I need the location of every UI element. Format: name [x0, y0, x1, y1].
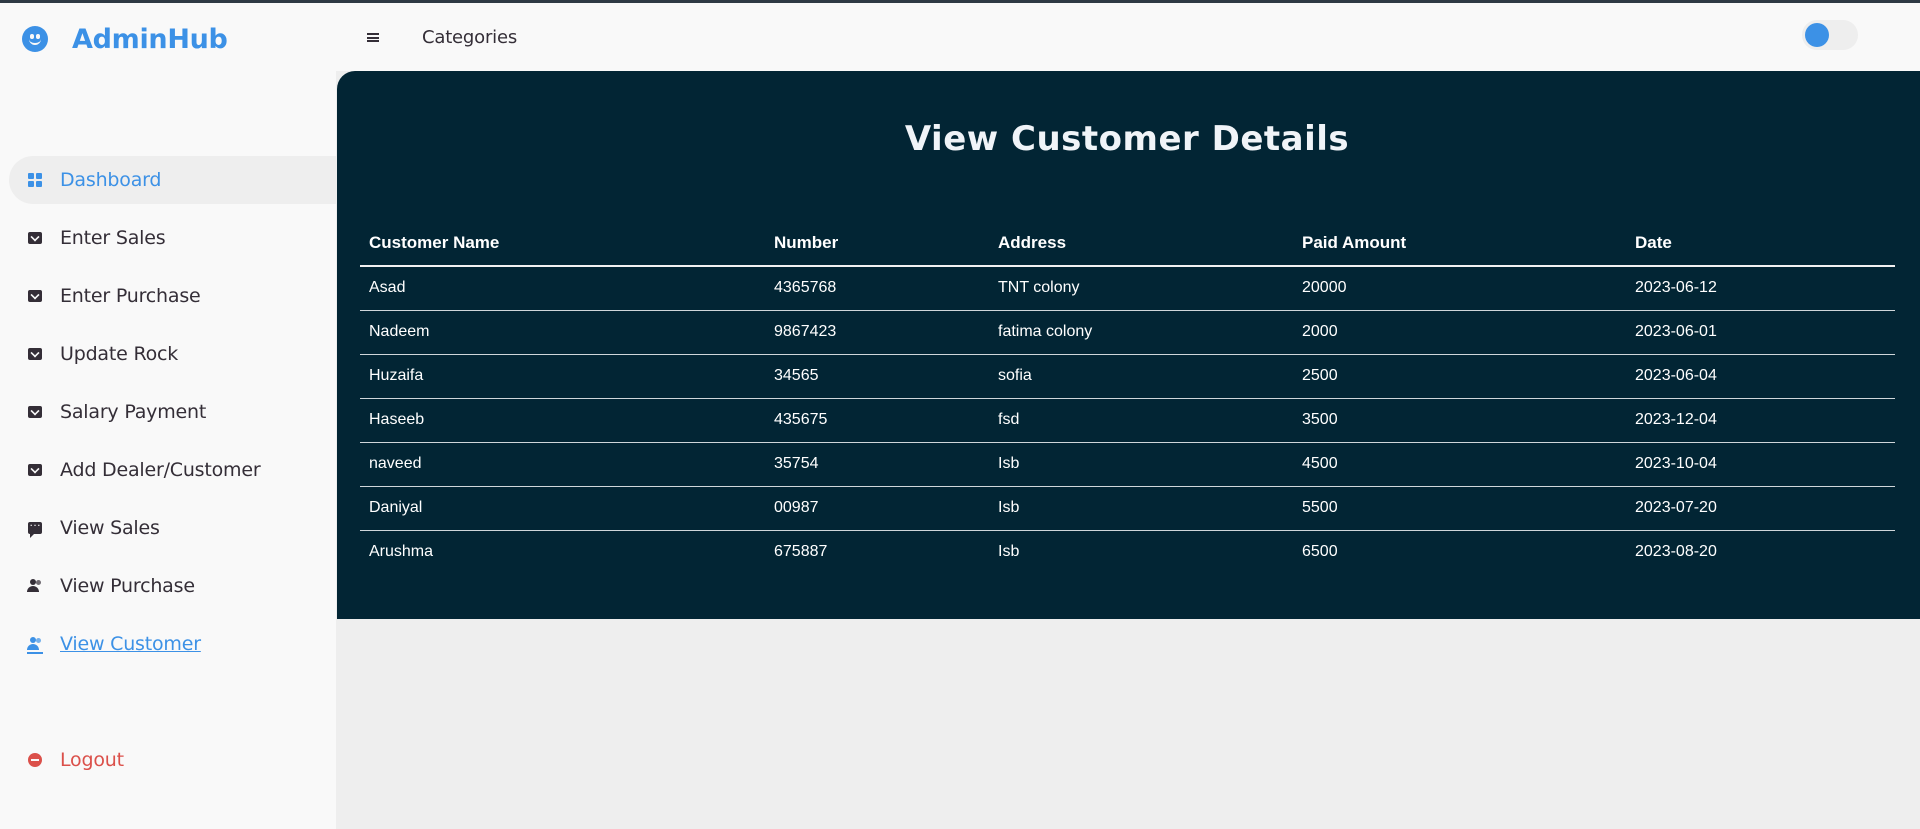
cell-paid-amount: 4500	[1293, 442, 1626, 487]
table-row: Haseeb 435675 fsd 3500 2023-12-04	[360, 398, 1895, 443]
envelope-icon	[27, 346, 43, 362]
sidebar-item-label: Dashboard	[60, 169, 162, 191]
cell-date: 2023-07-20	[1626, 486, 1895, 531]
sidebar: AdminHub Dashboard Enter Sales Enter Pur…	[0, 3, 336, 829]
sidebar-item-view-customer[interactable]: View Customer	[0, 615, 336, 673]
cell-number: 675887	[774, 543, 828, 561]
cell-address: Isb	[998, 543, 1020, 561]
sidebar-item-label: Add Dealer/Customer	[60, 459, 261, 481]
sidebar-item-label: Enter Sales	[60, 227, 166, 249]
cell-address: fatima colony	[989, 310, 1293, 355]
cell-customer-name: Arushma	[369, 543, 434, 561]
users-icon	[27, 578, 43, 594]
cell-customer-name: Daniyal	[360, 486, 765, 531]
cell-paid-amount: 2000	[1293, 310, 1626, 355]
cell-number: 00987	[765, 486, 989, 531]
sidebar-item-update-rock[interactable]: Update Rock	[0, 325, 336, 383]
envelope-icon	[27, 230, 43, 246]
column-header-number: Number	[765, 221, 989, 267]
logout-button[interactable]: Logout	[0, 731, 336, 789]
column-header-customer-name: Customer Name	[360, 221, 765, 267]
cell-customer-name: Nadeem	[360, 310, 765, 355]
cell-number: 4365768	[765, 266, 989, 311]
cell-address: fsd	[989, 398, 1293, 443]
sidebar-item-view-sales[interactable]: View Sales	[0, 499, 336, 557]
cell-address: Isb	[989, 486, 1293, 531]
table-row: Asad 4365768 TNT colony 20000 2023-06-12	[360, 266, 1895, 311]
sidebar-item-enter-sales[interactable]: Enter Sales	[0, 209, 336, 267]
cell-number: 9867423	[765, 310, 989, 355]
cell-paid-amount: 2500	[1293, 354, 1626, 399]
logout-icon	[27, 752, 43, 768]
menu-toggle-icon[interactable]	[367, 33, 379, 42]
cell-customer-name: Huzaifa	[360, 354, 765, 399]
cell-date: 2023-06-12	[1626, 266, 1895, 311]
sidebar-item-label: Enter Purchase	[60, 285, 201, 307]
sidebar-item-view-purchase[interactable]: View Purchase	[0, 557, 336, 615]
cell-customer-name: Haseeb	[360, 398, 765, 443]
column-header-date: Date	[1626, 221, 1895, 267]
cell-paid-amount: 20000	[1293, 266, 1626, 311]
envelope-icon	[27, 288, 43, 304]
sidebar-item-label: Update Rock	[60, 343, 179, 365]
cell-date: 2023-12-04	[1626, 398, 1895, 443]
sidebar-menu: Dashboard Enter Sales Enter Purchase Upd…	[0, 151, 336, 789]
sidebar-item-label: View Sales	[60, 517, 160, 539]
table-row: Daniyal 00987 Isb 5500 2023-07-20	[360, 486, 1895, 531]
categories-link[interactable]: Categories	[422, 27, 517, 48]
logout-label: Logout	[60, 749, 124, 771]
table-row: Arushma 675887 Isb 6500 2023-08-20	[360, 530, 1895, 574]
cell-address: Isb	[989, 442, 1293, 487]
chat-icon	[27, 515, 43, 538]
cell-address: sofia	[989, 354, 1293, 399]
sidebar-item-enter-purchase[interactable]: Enter Purchase	[0, 267, 336, 325]
cell-number: 35754	[765, 442, 989, 487]
column-header-paid-amount: Paid Amount	[1293, 221, 1626, 267]
cell-date: 2023-06-01	[1626, 310, 1895, 355]
sidebar-item-label: View Customer	[60, 633, 201, 655]
cell-paid-amount: 6500	[1302, 543, 1338, 561]
users-icon	[27, 636, 43, 654]
sidebar-item-label: Salary Payment	[60, 401, 207, 423]
cell-customer-name: Asad	[360, 266, 765, 311]
table-row: Huzaifa 34565 sofia 2500 2023-06-04	[360, 354, 1895, 399]
sidebar-item-dashboard[interactable]: Dashboard	[9, 151, 336, 209]
cell-date: 2023-06-04	[1626, 354, 1895, 399]
sidebar-item-salary-payment[interactable]: Salary Payment	[0, 383, 336, 441]
sidebar-item-label: View Purchase	[60, 575, 195, 597]
cell-date: 2023-08-20	[1635, 543, 1717, 561]
top-navbar: Categories	[336, 3, 1920, 71]
smiley-icon	[22, 26, 48, 52]
cell-number: 435675	[765, 398, 989, 443]
sidebar-item-add-dealer-customer[interactable]: Add Dealer/Customer	[0, 441, 336, 499]
dark-mode-toggle[interactable]	[1802, 20, 1858, 50]
table-row: Nadeem 9867423 fatima colony 2000 2023-0…	[360, 310, 1895, 355]
table-header-row: Customer Name Number Address Paid Amount…	[360, 221, 1895, 267]
table-row: naveed 35754 Isb 4500 2023-10-04	[360, 442, 1895, 487]
dashboard-icon	[27, 172, 43, 188]
envelope-icon	[27, 404, 43, 420]
customer-table: Customer Name Number Address Paid Amount…	[360, 221, 1895, 574]
cell-number: 34565	[765, 354, 989, 399]
brand-title: AdminHub	[72, 23, 228, 55]
toggle-knob	[1805, 23, 1829, 47]
brand-link[interactable]: AdminHub	[22, 21, 228, 57]
cell-paid-amount: 3500	[1293, 398, 1626, 443]
cell-paid-amount: 5500	[1293, 486, 1626, 531]
page-title: View Customer Details	[904, 119, 1350, 159]
column-header-address: Address	[989, 221, 1293, 267]
envelope-icon	[27, 462, 43, 478]
cell-customer-name: naveed	[360, 442, 765, 487]
customer-details-panel: View Customer Details Customer Name Numb…	[337, 71, 1920, 619]
cell-address: TNT colony	[989, 266, 1293, 311]
cell-date: 2023-10-04	[1626, 442, 1895, 487]
